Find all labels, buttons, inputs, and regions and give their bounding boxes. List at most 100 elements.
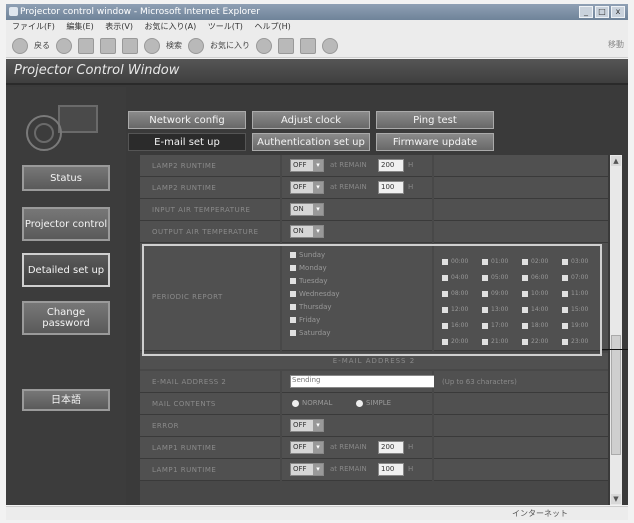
stop-icon[interactable]	[78, 37, 94, 54]
hour-checkbox[interactable]: 20:00	[442, 331, 468, 353]
input-air-temp-select[interactable]: ON	[290, 203, 324, 216]
lamp2-runtime-select[interactable]: OFF	[290, 159, 324, 172]
day-label: Tuesday	[299, 277, 328, 285]
table-row: INPUT AIR TEMPERATURE ON	[140, 199, 608, 221]
search-icon[interactable]	[144, 37, 160, 54]
mail-icon[interactable]	[278, 37, 294, 54]
tab-ping-test[interactable]: Ping test	[376, 111, 494, 129]
table-row: LAMP1 RUNTIME OFF at REMAIN 200 H	[140, 437, 608, 459]
sidebar-item-status[interactable]: Status	[22, 165, 110, 191]
row-label: MAIL CONTENTS	[140, 393, 280, 415]
tab-adjust-clock[interactable]: Adjust clock	[252, 111, 370, 129]
sidebar-item-japanese[interactable]: 日本語	[22, 389, 110, 411]
internet-zone-label: インターネット	[512, 509, 568, 518]
forward-icon[interactable]	[56, 37, 72, 54]
lamp2-hours-input[interactable]: 200	[378, 159, 404, 172]
hour-checkbox[interactable]: 23:00	[562, 331, 588, 353]
projector-logo-icon	[20, 105, 100, 159]
row-label: LAMP1 RUNTIME	[140, 437, 280, 459]
row-label: OUTPUT AIR TEMPERATURE	[140, 221, 280, 243]
hour-checkbox[interactable]: 21:00	[482, 331, 508, 353]
row-label: LAMP2 RUNTIME	[140, 155, 280, 177]
day-checkbox[interactable]: Thursday	[290, 303, 332, 311]
tab-email-setup[interactable]: E-mail set up	[128, 133, 246, 151]
home-icon[interactable]	[122, 37, 138, 54]
menu-edit[interactable]: 編集(E)	[66, 22, 93, 31]
favorites-icon[interactable]	[188, 37, 204, 54]
hour-checkbox[interactable]: 22:00	[522, 331, 548, 353]
sidebar: Status Projector control Detailed set up…	[6, 87, 126, 505]
lamp1-runtime-select[interactable]: OFF	[290, 441, 324, 454]
scroll-thumb[interactable]	[611, 335, 621, 455]
hour-label: 17:00	[491, 322, 509, 329]
hour-label: 05:00	[491, 274, 509, 281]
hour-label: 20:00	[451, 338, 469, 345]
output-air-temp-select[interactable]: ON	[290, 225, 324, 238]
sidebar-item-change-password[interactable]: Change password	[22, 301, 110, 335]
day-checkbox[interactable]: Friday	[290, 316, 320, 324]
hour-label: 02:00	[531, 258, 549, 265]
menu-view[interactable]: 表示(V)	[105, 22, 133, 31]
window-titlebar: Projector control window - Microsoft Int…	[6, 4, 628, 20]
menu-file[interactable]: ファイル(F)	[12, 22, 55, 31]
go-button[interactable]: 移動	[608, 39, 624, 50]
at-remain-label: at REMAIN	[330, 465, 367, 473]
back-label[interactable]: 戻る	[34, 40, 50, 51]
error-select[interactable]: OFF	[290, 419, 324, 432]
hour-label: 22:00	[531, 338, 549, 345]
table-row: LAMP2 RUNTIME OFF at REMAIN 200 H	[140, 155, 608, 177]
row-label: PERIODIC REPORT	[140, 243, 280, 351]
scroll-down-icon[interactable]: ▼	[611, 494, 621, 504]
row-label: LAMP1 RUNTIME	[140, 459, 280, 481]
favorites-label[interactable]: お気に入り	[210, 40, 250, 51]
hour-label: 23:00	[571, 338, 589, 345]
day-checkbox[interactable]: Saturday	[290, 329, 331, 337]
sidebar-item-detailed-setup[interactable]: Detailed set up	[22, 253, 110, 287]
row-label: ERROR	[140, 415, 280, 437]
menu-help[interactable]: ヘルプ(H)	[254, 22, 290, 31]
back-icon[interactable]	[12, 37, 28, 54]
tab-firmware-update[interactable]: Firmware update	[376, 133, 494, 151]
print-icon[interactable]	[300, 37, 316, 54]
hours-unit: H	[408, 465, 414, 473]
at-remain-label: at REMAIN	[330, 161, 367, 169]
normal-radio[interactable]	[292, 400, 299, 407]
tab-network-config[interactable]: Network config	[128, 111, 246, 129]
window-title: Projector control window - Microsoft Int…	[20, 7, 260, 17]
lamp1-runtime-select[interactable]: OFF	[290, 463, 324, 476]
menu-favorites[interactable]: お気に入り(A)	[145, 22, 197, 31]
simple-radio[interactable]	[356, 400, 363, 407]
status-bar: インターネット	[6, 506, 628, 520]
day-checkbox[interactable]: Wednesday	[290, 290, 340, 298]
tab-bar: Network config Adjust clock Ping test E-…	[128, 107, 628, 151]
hour-label: 00:00	[451, 258, 469, 265]
search-label[interactable]: 検索	[166, 40, 182, 51]
minimize-button[interactable]: _	[579, 6, 593, 18]
hour-label: 07:00	[571, 274, 589, 281]
scroll-up-icon[interactable]: ▲	[611, 156, 621, 166]
callout-line	[602, 349, 628, 350]
normal-label: NORMAL	[302, 399, 333, 407]
hours-unit: H	[408, 443, 414, 451]
vertical-scrollbar[interactable]: ▲ ▼	[610, 155, 622, 505]
messenger-icon[interactable]	[322, 37, 338, 54]
hour-label: 11:00	[571, 290, 589, 297]
refresh-icon[interactable]	[100, 37, 116, 54]
day-checkbox[interactable]: Sunday	[290, 251, 325, 259]
lamp2-hours-input[interactable]: 100	[378, 181, 404, 194]
history-icon[interactable]	[256, 37, 272, 54]
hour-label: 14:00	[531, 306, 549, 313]
lamp1-hours-input[interactable]: 100	[378, 463, 404, 476]
hour-label: 19:00	[571, 322, 589, 329]
close-button[interactable]: x	[611, 6, 625, 18]
menu-tools[interactable]: ツール(T)	[208, 22, 243, 31]
maximize-button[interactable]: □	[595, 6, 609, 18]
tab-authentication-setup[interactable]: Authentication set up	[252, 133, 370, 151]
day-checkbox[interactable]: Monday	[290, 264, 327, 272]
day-checkbox[interactable]: Tuesday	[290, 277, 327, 285]
window-controls: _ □ x	[579, 6, 625, 18]
day-label: Sunday	[299, 251, 326, 259]
lamp1-hours-input[interactable]: 200	[378, 441, 404, 454]
lamp2-runtime-select[interactable]: OFF	[290, 181, 324, 194]
sidebar-item-projector-control[interactable]: Projector control	[22, 207, 110, 241]
